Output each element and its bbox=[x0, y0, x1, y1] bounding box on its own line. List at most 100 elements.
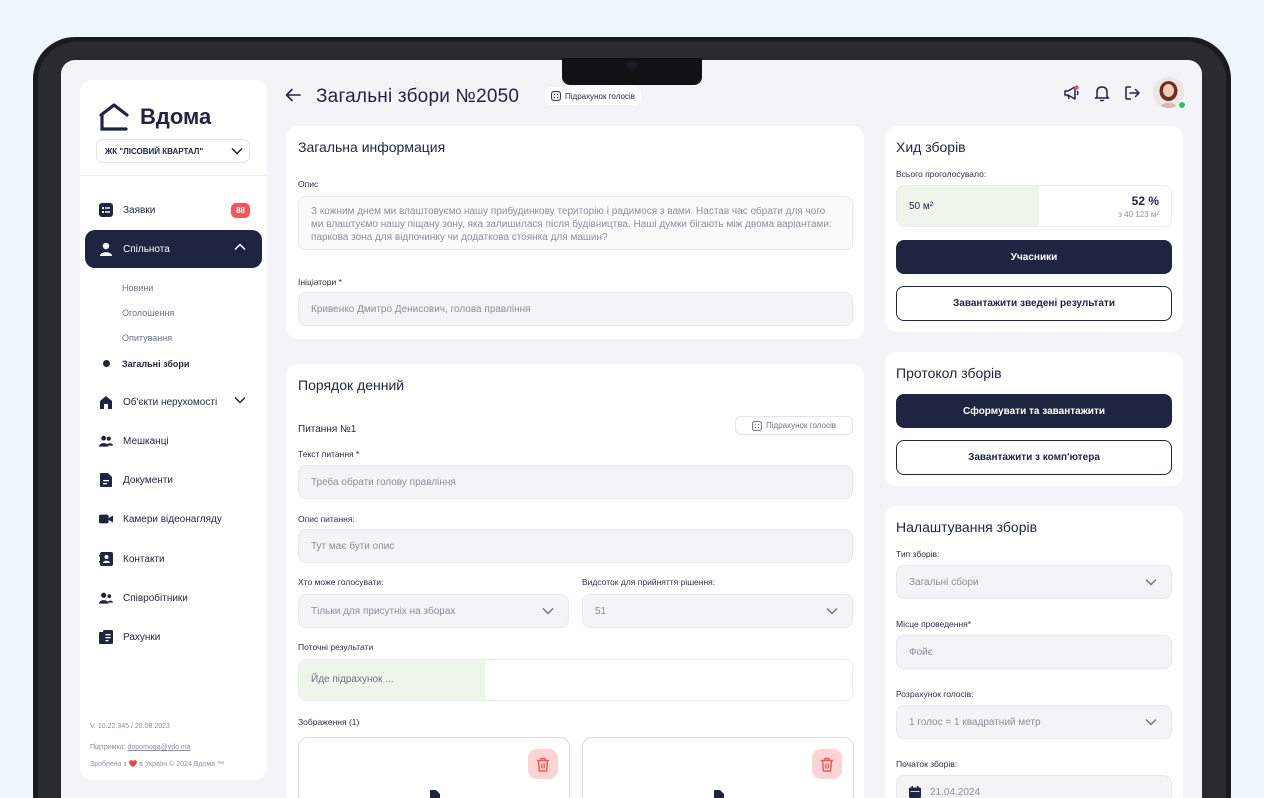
document-icon bbox=[99, 473, 113, 487]
upload-protocol-button[interactable]: Завантажити з комп'ютера bbox=[896, 440, 1172, 475]
sidebar-subitem-news[interactable]: Новини bbox=[122, 283, 153, 293]
who-can-vote-value: Тільки для присутніх на зборах bbox=[311, 605, 456, 617]
meeting-place-field[interactable]: Фойє bbox=[896, 635, 1172, 669]
total-voted-label: Всього проголосувало: bbox=[896, 169, 987, 179]
download-results-button[interactable]: Завантажити зведені результати bbox=[896, 286, 1172, 321]
meeting-settings-card: Налаштування зборів Тип зборів: Загальні… bbox=[885, 506, 1183, 798]
voted-area: 50 м² bbox=[909, 201, 934, 212]
sidebar-item-residents[interactable]: Мешканці bbox=[85, 422, 262, 460]
requests-icon bbox=[99, 203, 113, 217]
images-label: Зображення (1) bbox=[298, 717, 360, 727]
decision-percent-value: 51 bbox=[595, 605, 607, 617]
made-in-ukraine: Зроблено з ❤️ в Україні © 2024 Вдома ™ bbox=[90, 761, 224, 768]
sidebar-item-label: Об'єкти нерухомості bbox=[123, 396, 218, 408]
sidebar-item-real-estate[interactable]: Об'єкти нерухомості bbox=[85, 383, 262, 421]
sidebar-item-label: Заявки bbox=[123, 204, 156, 216]
question-title: Питання №1 bbox=[298, 424, 357, 435]
voted-percent: 52 % bbox=[1131, 194, 1159, 208]
image-thumbnail[interactable] bbox=[298, 737, 570, 798]
chevron-down-icon bbox=[1145, 579, 1157, 586]
meeting-type-select[interactable]: Загальні сбори bbox=[896, 565, 1172, 599]
meeting-type-value: Загальні сбори bbox=[909, 576, 979, 588]
sidebar-item-label: Камери відеонагляду bbox=[123, 513, 222, 525]
front-camera bbox=[626, 59, 638, 71]
page-title: Загальні збори №2050 bbox=[316, 86, 520, 107]
sidebar-subitem-general-meetings[interactable]: Загальні збори bbox=[122, 359, 189, 369]
sidebar-divider bbox=[80, 175, 267, 176]
bell-icon[interactable] bbox=[1093, 84, 1111, 102]
logo-text: Вдома bbox=[140, 104, 212, 129]
question-text-label: Текст питання * bbox=[298, 449, 360, 459]
app-version: V. 10.22.345 / 20.08.2023 bbox=[90, 723, 170, 730]
sidebar-item-label: Рахунки bbox=[123, 631, 161, 643]
question-text-field[interactable]: Треба обрати голову правління bbox=[298, 465, 853, 499]
initiators-label: Ініціатори * bbox=[298, 277, 342, 287]
description-label: Опис bbox=[298, 179, 319, 189]
file-icon bbox=[430, 790, 440, 798]
sidebar: Вдома ЖК "ЛІСОВИЙ КВАРТАЛ" Заявки 88 Спі… bbox=[80, 80, 267, 780]
sidebar-item-invoices[interactable]: Рахунки bbox=[85, 618, 262, 656]
online-status-dot bbox=[1178, 101, 1186, 109]
logout-icon[interactable] bbox=[1123, 84, 1141, 102]
who-can-vote-label: Хто може голосувати: bbox=[298, 577, 384, 587]
question-count-label: Підрахунок голосів bbox=[766, 421, 836, 430]
staff-icon bbox=[99, 591, 113, 605]
logo[interactable]: Вдома bbox=[98, 102, 211, 132]
decision-percent-select[interactable]: 51 bbox=[582, 594, 853, 628]
support-line: Підтримка: dopomoga@vdo.ma bbox=[90, 744, 191, 751]
sidebar-item-label: Спільнота bbox=[123, 243, 170, 255]
calculator-icon bbox=[752, 420, 762, 431]
question-description-field[interactable]: Тут має бути опис bbox=[298, 529, 853, 563]
complex-name: ЖК "ЛІСОВИЙ КВАРТАЛ" bbox=[105, 146, 204, 156]
calculator-icon bbox=[551, 91, 561, 101]
sidebar-item-community[interactable]: Спільнота bbox=[85, 230, 262, 268]
question-count-button[interactable]: Підрахунок голосів bbox=[735, 416, 853, 435]
sidebar-subitem-polls[interactable]: Опитування bbox=[122, 333, 172, 343]
current-results-status: Йде підрахунок ... bbox=[311, 674, 394, 685]
vote-calculation-select[interactable]: 1 голос = 1 квадратний метр bbox=[896, 705, 1172, 739]
complex-select[interactable]: ЖК "ЛІСОВИЙ КВАРТАЛ" bbox=[96, 139, 250, 163]
chevron-up-icon bbox=[234, 243, 246, 251]
voting-progress-bar: 50 м² 52 % з 40 123 м² bbox=[896, 185, 1172, 227]
invoice-icon bbox=[99, 630, 113, 644]
back-arrow-icon[interactable] bbox=[285, 88, 301, 102]
chevron-down-icon bbox=[826, 608, 838, 615]
sidebar-item-documents[interactable]: Документи bbox=[85, 461, 262, 499]
sidebar-item-cameras[interactable]: Камери відеонагляду bbox=[85, 500, 262, 538]
generate-protocol-button[interactable]: Сформувати та завантажити bbox=[896, 394, 1172, 428]
sidebar-item-label: Контакти bbox=[123, 553, 165, 565]
sidebar-item-requests[interactable]: Заявки 88 bbox=[85, 191, 262, 229]
general-info-card: Загальна информация Опис З кожним днем м… bbox=[286, 126, 864, 339]
calendar-icon bbox=[909, 786, 921, 798]
current-results-label: Поточні результати bbox=[298, 642, 374, 652]
trash-icon bbox=[821, 757, 833, 772]
initiators-field[interactable]: Кривенко Дмитро Денисович, голова правлі… bbox=[298, 292, 853, 326]
question-description-label: Опис питання: bbox=[298, 514, 355, 524]
vote-count-chip[interactable]: Підрахунок голосів bbox=[545, 87, 641, 105]
sidebar-item-staff[interactable]: Співробітники bbox=[85, 579, 262, 617]
participants-button[interactable]: Учасники bbox=[896, 240, 1172, 274]
user-icon bbox=[99, 242, 113, 256]
description-field[interactable]: З кожним днем ми влаштовуємо нашу прибуд… bbox=[298, 196, 853, 250]
delete-image-button[interactable] bbox=[528, 749, 558, 779]
camera-notch bbox=[562, 58, 702, 85]
meeting-start-field[interactable]: 21.04.2024 bbox=[896, 775, 1172, 798]
image-upload-slot[interactable] bbox=[582, 737, 854, 798]
agenda-title: Порядок денний bbox=[298, 377, 405, 393]
vote-count-chip-label: Підрахунок голосів bbox=[565, 91, 635, 101]
sidebar-item-contacts[interactable]: Контакти bbox=[85, 540, 262, 578]
camera-icon bbox=[99, 512, 113, 526]
meeting-type-label: Тип зборів: bbox=[896, 549, 940, 559]
file-icon bbox=[714, 790, 724, 798]
app-screen: Вдома ЖК "ЛІСОВИЙ КВАРТАЛ" Заявки 88 Спі… bbox=[61, 60, 1202, 798]
chevron-down-icon bbox=[542, 608, 554, 615]
support-email-link[interactable]: dopomoga@vdo.ma bbox=[128, 744, 191, 751]
trash-icon bbox=[537, 757, 549, 772]
sidebar-subitem-announcements[interactable]: Оголошення bbox=[122, 308, 174, 318]
chevron-down-icon bbox=[1145, 719, 1157, 726]
meeting-start-value: 21.04.2024 bbox=[930, 786, 981, 798]
who-can-vote-select[interactable]: Тільки для присутніх на зборах bbox=[298, 594, 569, 628]
delete-image-button[interactable] bbox=[812, 749, 842, 779]
contacts-icon bbox=[99, 552, 113, 566]
megaphone-icon[interactable] bbox=[1063, 84, 1081, 102]
